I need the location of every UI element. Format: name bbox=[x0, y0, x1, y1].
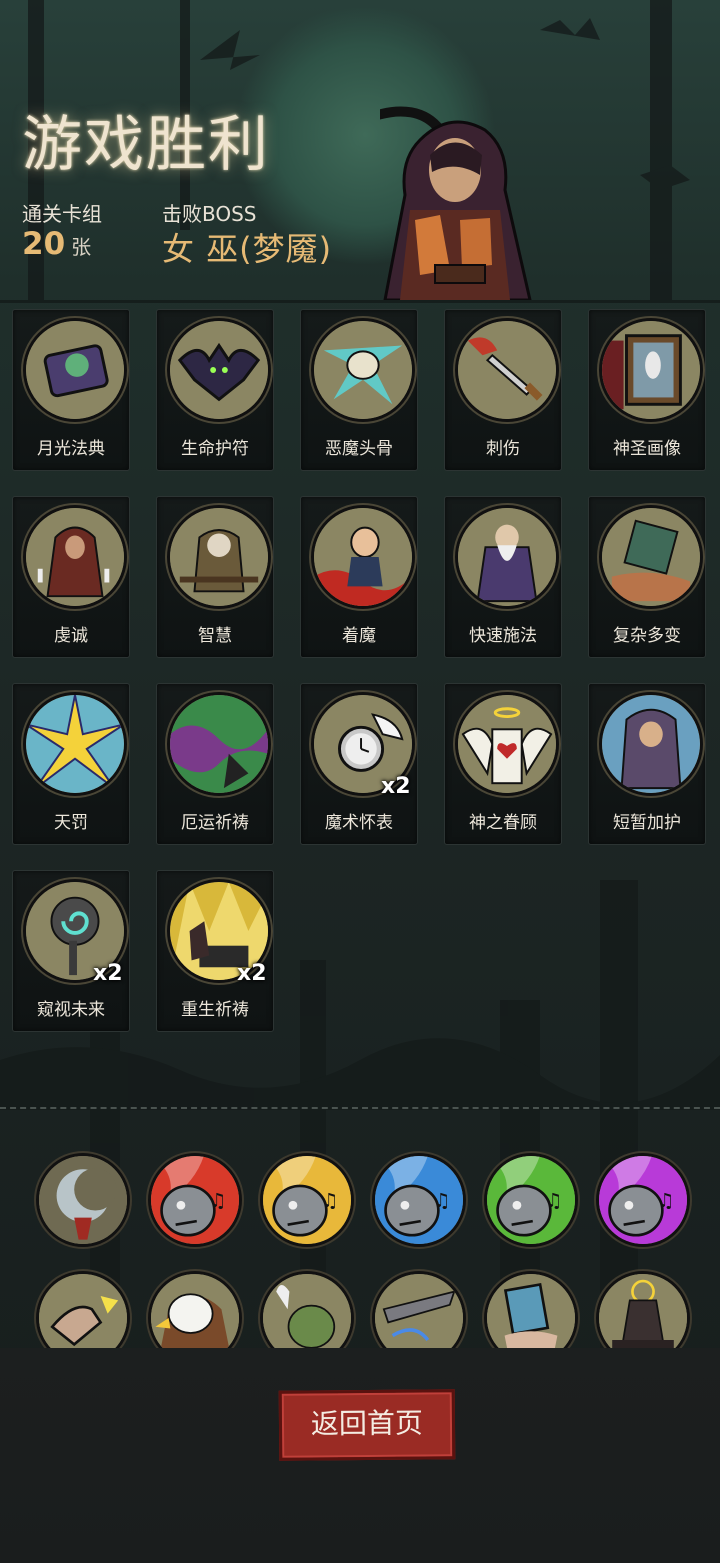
card-name: 刺伤 bbox=[486, 439, 520, 459]
praying-figure-icon bbox=[23, 505, 127, 609]
card-cube-hand[interactable]: 复杂多变 bbox=[588, 496, 706, 658]
card-name: 智慧 bbox=[198, 626, 232, 646]
card-bat-amulet[interactable]: 生命护符 bbox=[156, 309, 274, 471]
card-name: 生命护符 bbox=[181, 439, 249, 459]
card-name: 神圣画像 bbox=[613, 439, 681, 459]
card-angel-heart[interactable]: 神之眷顾 bbox=[444, 683, 562, 845]
card-name: 复杂多变 bbox=[613, 626, 681, 646]
card-name: 魔术怀表 bbox=[325, 813, 393, 833]
gargoyle-red-flame-icon[interactable]: ♫ bbox=[148, 1153, 242, 1247]
card-count-badge: x2 bbox=[381, 774, 411, 799]
card-sage[interactable]: 智慧 bbox=[156, 496, 274, 658]
card-possessed-man[interactable]: 着魔 bbox=[300, 496, 418, 658]
deck-label: 通关卡组 bbox=[22, 202, 102, 226]
svg-text:♫: ♫ bbox=[433, 1189, 450, 1212]
card-swirl-orb[interactable]: x2 窥视未来 bbox=[12, 870, 130, 1032]
card-count-badge: x2 bbox=[93, 961, 123, 986]
card-name: 快速施法 bbox=[469, 626, 537, 646]
svg-text:♫: ♫ bbox=[321, 1189, 338, 1212]
deck-count: 20 张 bbox=[22, 226, 91, 262]
return-home-button[interactable]: 返回首页 bbox=[278, 1389, 456, 1461]
cube-hand-icon bbox=[599, 505, 703, 609]
section-divider bbox=[0, 1107, 720, 1109]
card-holy-portrait[interactable]: 神圣画像 bbox=[588, 309, 706, 471]
hooded-mage-icon bbox=[599, 692, 703, 796]
moon-tome-icon bbox=[23, 318, 127, 422]
card-name: 窥视未来 bbox=[37, 1000, 105, 1020]
card-name: 着魔 bbox=[342, 626, 376, 646]
bat-amulet-icon bbox=[167, 318, 271, 422]
dagger-icon bbox=[455, 318, 559, 422]
card-count-badge: x2 bbox=[237, 961, 267, 986]
card-golden-rebirth[interactable]: x2 重生祈祷 bbox=[156, 870, 274, 1032]
lightning-burst-icon bbox=[23, 692, 127, 796]
card-name: 天罚 bbox=[54, 813, 88, 833]
demon-skull-icon bbox=[311, 318, 415, 422]
sage-icon bbox=[167, 505, 271, 609]
card-name: 短暂加护 bbox=[613, 813, 681, 833]
svg-text:♫: ♫ bbox=[657, 1189, 674, 1212]
card-moon-tome[interactable]: 月光法典 bbox=[12, 309, 130, 471]
gargoyle-blue-flame-icon[interactable]: ♫ bbox=[372, 1153, 466, 1247]
card-name: 虔诚 bbox=[54, 626, 88, 646]
card-dagger[interactable]: 刺伤 bbox=[444, 309, 562, 471]
witch-boss-portrait bbox=[380, 106, 532, 300]
angel-heart-icon bbox=[455, 692, 559, 796]
crescent-moon-icon[interactable] bbox=[36, 1153, 130, 1247]
card-demon-skull[interactable]: 恶魔头骨 bbox=[300, 309, 418, 471]
card-praying-figure[interactable]: 虔诚 bbox=[12, 496, 130, 658]
wizard-icon bbox=[455, 505, 559, 609]
green-smoke-icon bbox=[167, 692, 271, 796]
gargoyle-purple-flame-icon[interactable]: ♫ bbox=[596, 1153, 690, 1247]
card-green-smoke[interactable]: 厄运祈祷 bbox=[156, 683, 274, 845]
boss-label: 击败BOSS bbox=[162, 202, 257, 226]
card-lightning-burst[interactable]: 天罚 bbox=[12, 683, 130, 845]
holy-portrait-icon bbox=[599, 318, 703, 422]
boss-name: 女 巫(梦魇) bbox=[162, 230, 333, 268]
gargoyle-green-flame-icon[interactable]: ♫ bbox=[484, 1153, 578, 1247]
card-pocket-watch[interactable]: x2 魔术怀表 bbox=[300, 683, 418, 845]
deck-count-value: 20 bbox=[22, 226, 66, 262]
card-name: 厄运祈祷 bbox=[181, 813, 249, 833]
card-hooded-mage[interactable]: 短暂加护 bbox=[588, 683, 706, 845]
deck-count-unit: 张 bbox=[71, 235, 92, 259]
card-name: 月光法典 bbox=[37, 439, 105, 459]
card-name: 重生祈祷 bbox=[181, 1000, 249, 1020]
card-name: 神之眷顾 bbox=[469, 813, 537, 833]
possessed-man-icon bbox=[311, 505, 415, 609]
svg-text:♫: ♫ bbox=[209, 1189, 226, 1212]
victory-header: 游戏胜利 通关卡组 20 张 击败BOSS 女 巫(梦魇) bbox=[0, 0, 720, 300]
card-name: 恶魔头骨 bbox=[325, 439, 393, 459]
gargoyle-gold-flame-icon[interactable]: ♫ bbox=[260, 1153, 354, 1247]
page-title: 游戏胜利 bbox=[22, 110, 270, 180]
svg-text:♫: ♫ bbox=[545, 1189, 562, 1212]
card-wizard[interactable]: 快速施法 bbox=[444, 496, 562, 658]
